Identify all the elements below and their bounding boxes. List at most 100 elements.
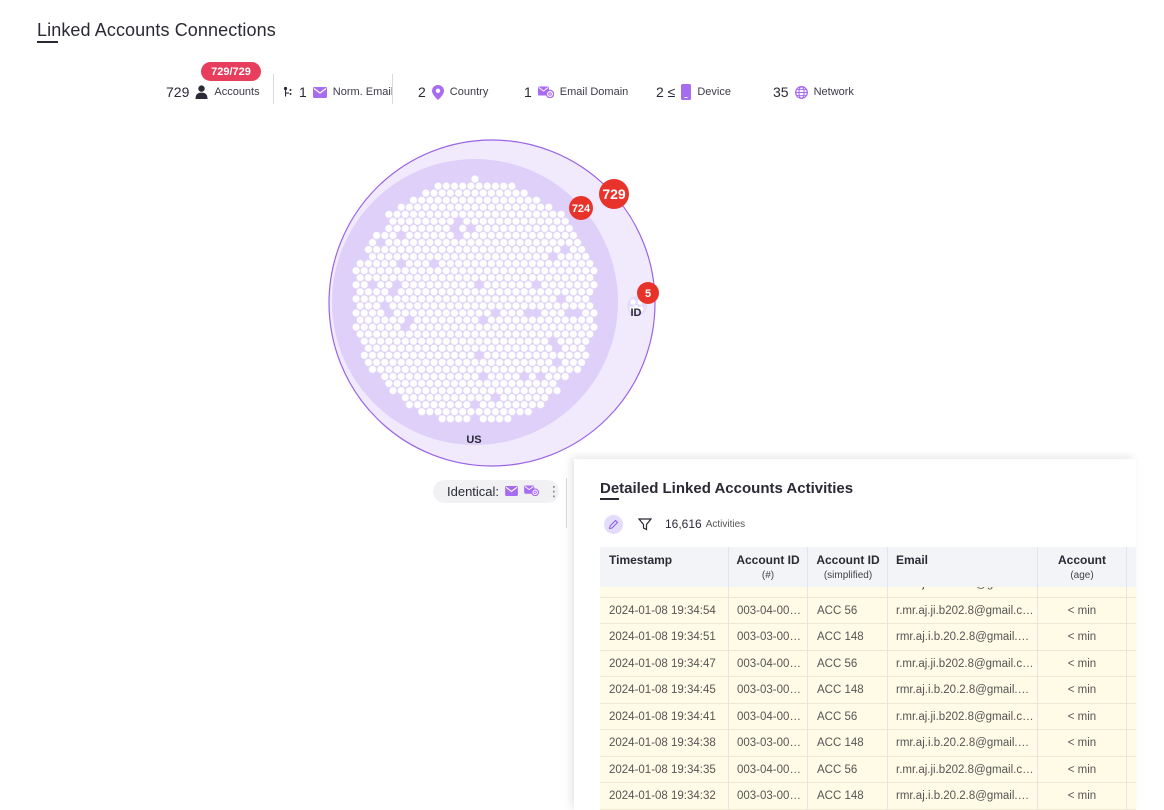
account-node[interactable]: [384, 337, 393, 346]
account-node[interactable]: [446, 245, 455, 254]
connections-graph[interactable]: US ID 729 724 5: [320, 130, 680, 475]
account-node[interactable]: [495, 330, 504, 339]
account-node[interactable]: [401, 309, 410, 317]
account-node[interactable]: [577, 301, 586, 310]
account-node[interactable]: [540, 309, 549, 317]
account-node[interactable]: [393, 365, 402, 374]
account-node[interactable]: [503, 189, 512, 198]
account-node[interactable]: [565, 351, 574, 360]
account-node[interactable]: [512, 273, 520, 282]
account-node[interactable]: [356, 273, 365, 282]
account-node[interactable]: [495, 414, 504, 423]
account-node[interactable]: [561, 344, 570, 353]
account-node[interactable]: [434, 407, 443, 416]
account-node[interactable]: [466, 337, 475, 346]
account-node[interactable]: [475, 379, 484, 388]
account-node[interactable]: [368, 309, 377, 317]
account-node[interactable]: [409, 379, 418, 388]
account-node[interactable]: [553, 259, 561, 268]
account-node[interactable]: [532, 294, 541, 303]
account-node[interactable]: [430, 231, 438, 240]
account-node[interactable]: [438, 316, 447, 324]
account-node[interactable]: [397, 316, 406, 324]
account-node[interactable]: [434, 266, 443, 275]
account-node[interactable]: [421, 344, 430, 353]
account-node[interactable]: [483, 210, 492, 219]
account-node[interactable]: [499, 337, 508, 346]
account-node[interactable]: [397, 386, 406, 395]
account-node[interactable]: [483, 393, 492, 402]
account-node[interactable]: [499, 309, 508, 317]
account-node[interactable]: [483, 379, 492, 388]
account-node[interactable]: [368, 238, 377, 247]
stat-email-domain[interactable]: 1 Email Domain: [524, 82, 628, 102]
account-node[interactable]: [466, 196, 475, 205]
account-node[interactable]: [503, 203, 512, 212]
account-node[interactable]: [380, 231, 389, 240]
account-node[interactable]: [438, 231, 447, 240]
account-node[interactable]: [409, 266, 418, 275]
account-node[interactable]: [536, 316, 545, 324]
account-node[interactable]: [553, 372, 561, 381]
account-node[interactable]: [491, 337, 500, 346]
account-node[interactable]: [475, 238, 484, 247]
account-node[interactable]: [577, 316, 586, 324]
account-node[interactable]: [389, 231, 397, 240]
account-node[interactable]: [417, 294, 426, 303]
account-node[interactable]: [544, 217, 553, 226]
account-node[interactable]: [520, 358, 529, 367]
account-node[interactable]: [364, 316, 373, 324]
account-node[interactable]: [372, 344, 381, 353]
more-vertical-icon[interactable]: ⋮: [547, 483, 561, 500]
account-node[interactable]: [454, 414, 463, 423]
account-node[interactable]: [425, 323, 434, 332]
account-node[interactable]: [589, 266, 598, 275]
account-node[interactable]: [540, 337, 549, 346]
account-node[interactable]: [540, 393, 549, 402]
account-node[interactable]: [532, 337, 541, 346]
account-node[interactable]: [507, 252, 516, 261]
account-node[interactable]: [413, 217, 422, 226]
account-node[interactable]: [536, 287, 545, 296]
account-node[interactable]: [434, 210, 443, 219]
account-node[interactable]: [425, 379, 434, 388]
account-node[interactable]: [577, 330, 586, 339]
account-node[interactable]: [483, 280, 492, 289]
account-node[interactable]: [540, 210, 549, 219]
account-node[interactable]: [548, 365, 557, 374]
account-node[interactable]: [573, 351, 582, 360]
account-node[interactable]: [372, 358, 381, 367]
account-node[interactable]: [516, 252, 525, 261]
account-node[interactable]: [524, 337, 533, 346]
account-node[interactable]: [421, 301, 430, 310]
account-node[interactable]: [413, 245, 422, 254]
account-node[interactable]: [503, 259, 512, 268]
account-node[interactable]: [491, 224, 500, 233]
account-node[interactable]: [491, 210, 500, 219]
account-node[interactable]: [384, 280, 393, 289]
account-node[interactable]: [561, 301, 570, 310]
account-node[interactable]: [421, 386, 430, 395]
account-node[interactable]: [479, 217, 488, 226]
account-node[interactable]: [471, 217, 479, 226]
account-node[interactable]: [520, 400, 529, 409]
account-node[interactable]: [462, 400, 471, 409]
account-node[interactable]: [585, 259, 594, 268]
account-node[interactable]: [479, 189, 488, 198]
account-node[interactable]: [532, 224, 541, 233]
account-node[interactable]: [532, 393, 541, 402]
account-node[interactable]: [516, 337, 525, 346]
account-node[interactable]: [438, 245, 447, 254]
account-node[interactable]: [524, 379, 533, 388]
account-node[interactable]: [479, 287, 488, 296]
account-node[interactable]: [405, 245, 414, 254]
account-node[interactable]: [499, 266, 508, 275]
account-node[interactable]: [417, 407, 426, 416]
account-node[interactable]: [532, 365, 541, 374]
account-node[interactable]: [430, 358, 438, 367]
account-node[interactable]: [360, 309, 369, 317]
account-node[interactable]: [503, 358, 512, 367]
account-node[interactable]: [434, 393, 443, 402]
account-node[interactable]: [454, 189, 463, 198]
account-node[interactable]: [532, 379, 541, 388]
